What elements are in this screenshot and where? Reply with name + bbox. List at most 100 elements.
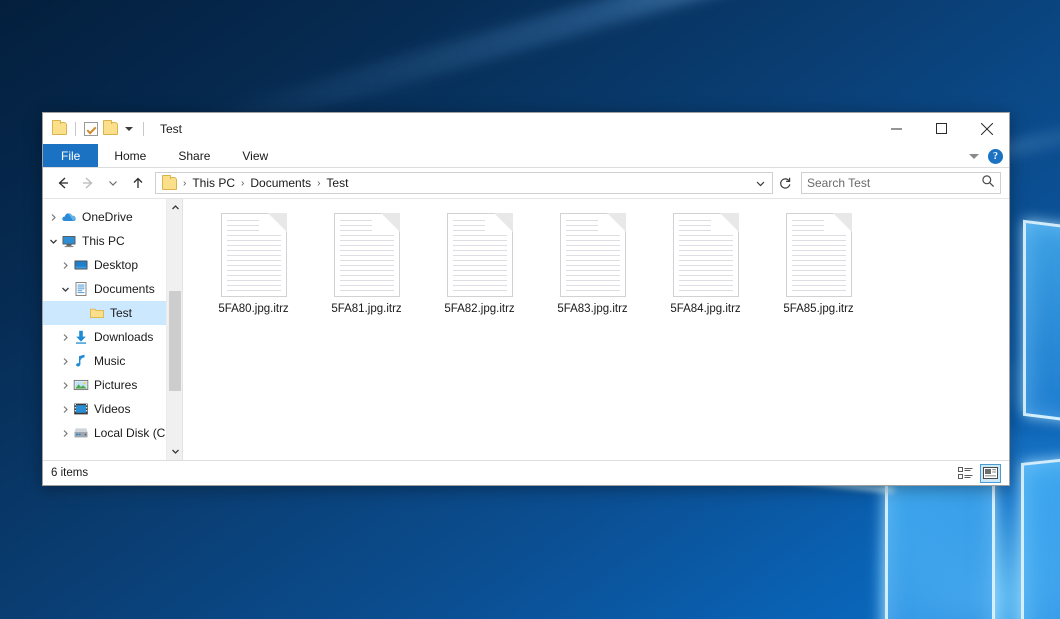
scroll-down-icon[interactable] bbox=[167, 443, 182, 460]
window-controls bbox=[874, 113, 1009, 144]
music-icon bbox=[73, 353, 89, 369]
sidebar-item-label: Test bbox=[110, 306, 132, 320]
maximize-button[interactable] bbox=[919, 113, 964, 144]
quick-access-toolbar: Test bbox=[43, 122, 182, 136]
help-icon[interactable]: ? bbox=[988, 149, 1003, 164]
breadcrumb-documents[interactable]: Documents bbox=[247, 176, 314, 190]
sidebar-item-pictures[interactable]: Pictures bbox=[43, 373, 182, 397]
expand-chevron-icon[interactable] bbox=[57, 349, 73, 373]
ribbon-right-controls: ? bbox=[969, 144, 1003, 168]
document-fold-corner bbox=[607, 213, 626, 232]
tab-view[interactable]: View bbox=[226, 144, 284, 167]
back-button[interactable] bbox=[51, 171, 75, 195]
document-fold-corner bbox=[381, 213, 400, 232]
tab-file[interactable]: File bbox=[43, 144, 98, 167]
sidebar-item-label: Videos bbox=[94, 402, 130, 416]
document-icon bbox=[73, 281, 89, 297]
minimize-button[interactable] bbox=[874, 113, 919, 144]
expand-chevron-icon[interactable] bbox=[57, 253, 73, 277]
scrollbar-thumb[interactable] bbox=[169, 291, 181, 391]
sidebar-item-label: This PC bbox=[82, 234, 125, 248]
new-folder-icon[interactable] bbox=[103, 122, 118, 135]
expand-chevron-icon[interactable] bbox=[57, 421, 73, 445]
tab-share[interactable]: Share bbox=[162, 144, 226, 167]
breadcrumb-this-pc[interactable]: This PC bbox=[189, 176, 238, 190]
sidebar-item-this-pc[interactable]: This PC bbox=[43, 229, 182, 253]
expand-chevron-icon[interactable] bbox=[57, 373, 73, 397]
sidebar-item-test[interactable]: Test bbox=[43, 301, 182, 325]
breadcrumb-test[interactable]: Test bbox=[323, 176, 351, 190]
generic-document-icon bbox=[221, 213, 287, 297]
file-item[interactable]: 5FA80.jpg.itrz bbox=[197, 213, 310, 333]
file-grid: 5FA80.jpg.itrz 5FA81.jpg.itrz 5FA82.jpg.it… bbox=[197, 213, 1009, 333]
breadcrumb-bar[interactable]: › This PC › Documents › Test bbox=[155, 172, 773, 194]
sidebar-item-local-disk-c[interactable]: Local Disk (C:) bbox=[43, 421, 182, 445]
navigation-scrollbar[interactable] bbox=[166, 199, 182, 460]
scroll-up-icon[interactable] bbox=[167, 199, 182, 216]
logo-pane bbox=[1023, 220, 1060, 434]
breadcrumb-separator: › bbox=[314, 178, 323, 189]
properties-checkbox-icon[interactable] bbox=[84, 122, 98, 136]
file-item[interactable]: 5FA81.jpg.itrz bbox=[310, 213, 423, 333]
expand-chevron-icon[interactable] bbox=[45, 205, 61, 229]
folder-icon bbox=[162, 177, 177, 190]
up-button[interactable] bbox=[126, 171, 150, 195]
document-fold-corner bbox=[494, 213, 513, 232]
navigation-pane: OneDrive This PC Desktop Documents Test Downl… bbox=[43, 199, 182, 460]
generic-document-icon bbox=[673, 213, 739, 297]
recent-locations-button[interactable] bbox=[101, 171, 125, 195]
sidebar-item-label: Desktop bbox=[94, 258, 138, 272]
generic-document-icon bbox=[560, 213, 626, 297]
chevron-down-icon[interactable] bbox=[969, 154, 979, 159]
sidebar-item-onedrive[interactable]: OneDrive bbox=[43, 205, 182, 229]
window-title: Test bbox=[160, 122, 182, 136]
desktop-icon bbox=[73, 257, 89, 273]
search-icon[interactable] bbox=[981, 174, 995, 193]
file-item[interactable]: 5FA83.jpg.itrz bbox=[536, 213, 649, 333]
file-name-label: 5FA83.jpg.itrz bbox=[557, 303, 627, 315]
file-list-view[interactable]: 5FA80.jpg.itrz 5FA81.jpg.itrz 5FA82.jpg.it… bbox=[182, 199, 1009, 460]
file-item[interactable]: 5FA85.jpg.itrz bbox=[762, 213, 875, 333]
sidebar-item-documents[interactable]: Documents bbox=[43, 277, 182, 301]
item-count-label: 6 items bbox=[51, 467, 88, 479]
folder-icon[interactable] bbox=[52, 122, 67, 135]
generic-document-icon bbox=[334, 213, 400, 297]
sidebar-item-videos[interactable]: Videos bbox=[43, 397, 182, 421]
expand-chevron-icon[interactable] bbox=[57, 325, 73, 349]
folder-icon bbox=[89, 305, 105, 321]
expand-chevron-icon[interactable] bbox=[57, 397, 73, 421]
file-item[interactable]: 5FA84.jpg.itrz bbox=[649, 213, 762, 333]
close-button[interactable] bbox=[964, 113, 1009, 144]
file-name-label: 5FA84.jpg.itrz bbox=[670, 303, 740, 315]
collapse-chevron-icon[interactable] bbox=[45, 229, 61, 253]
file-item[interactable]: 5FA82.jpg.itrz bbox=[423, 213, 536, 333]
refresh-button[interactable] bbox=[774, 172, 796, 194]
cloud-icon bbox=[61, 209, 77, 225]
sidebar-item-label: OneDrive bbox=[82, 210, 133, 224]
view-mode-buttons bbox=[955, 464, 1001, 483]
explorer-body: OneDrive This PC Desktop Documents Test Downl… bbox=[43, 198, 1009, 460]
search-box[interactable] bbox=[801, 172, 1001, 194]
details-view-button[interactable] bbox=[955, 464, 976, 483]
desktop-wallpaper: Test File Home Share View ? bbox=[0, 0, 1060, 619]
tab-home[interactable]: Home bbox=[98, 144, 162, 167]
status-bar: 6 items bbox=[43, 460, 1009, 485]
file-name-label: 5FA81.jpg.itrz bbox=[331, 303, 401, 315]
expander-placeholder bbox=[73, 301, 89, 325]
address-dropdown-icon[interactable] bbox=[752, 173, 768, 193]
file-explorer-window: Test File Home Share View ? bbox=[42, 112, 1010, 486]
sidebar-item-desktop[interactable]: Desktop bbox=[43, 253, 182, 277]
sidebar-item-label: Documents bbox=[94, 282, 155, 296]
sidebar-item-downloads[interactable]: Downloads bbox=[43, 325, 182, 349]
document-fold-corner bbox=[833, 213, 852, 232]
sidebar-item-label: Downloads bbox=[94, 330, 153, 344]
chevron-down-icon[interactable] bbox=[125, 127, 133, 131]
sidebar-item-music[interactable]: Music bbox=[43, 349, 182, 373]
collapse-chevron-icon[interactable] bbox=[57, 277, 73, 301]
picture-icon bbox=[73, 377, 89, 393]
breadcrumb-separator: › bbox=[180, 178, 189, 189]
forward-button[interactable] bbox=[76, 171, 100, 195]
search-input[interactable] bbox=[807, 176, 981, 190]
large-icons-view-button[interactable] bbox=[980, 464, 1001, 483]
navigation-tree: OneDrive This PC Desktop Documents Test Downl… bbox=[43, 199, 182, 445]
